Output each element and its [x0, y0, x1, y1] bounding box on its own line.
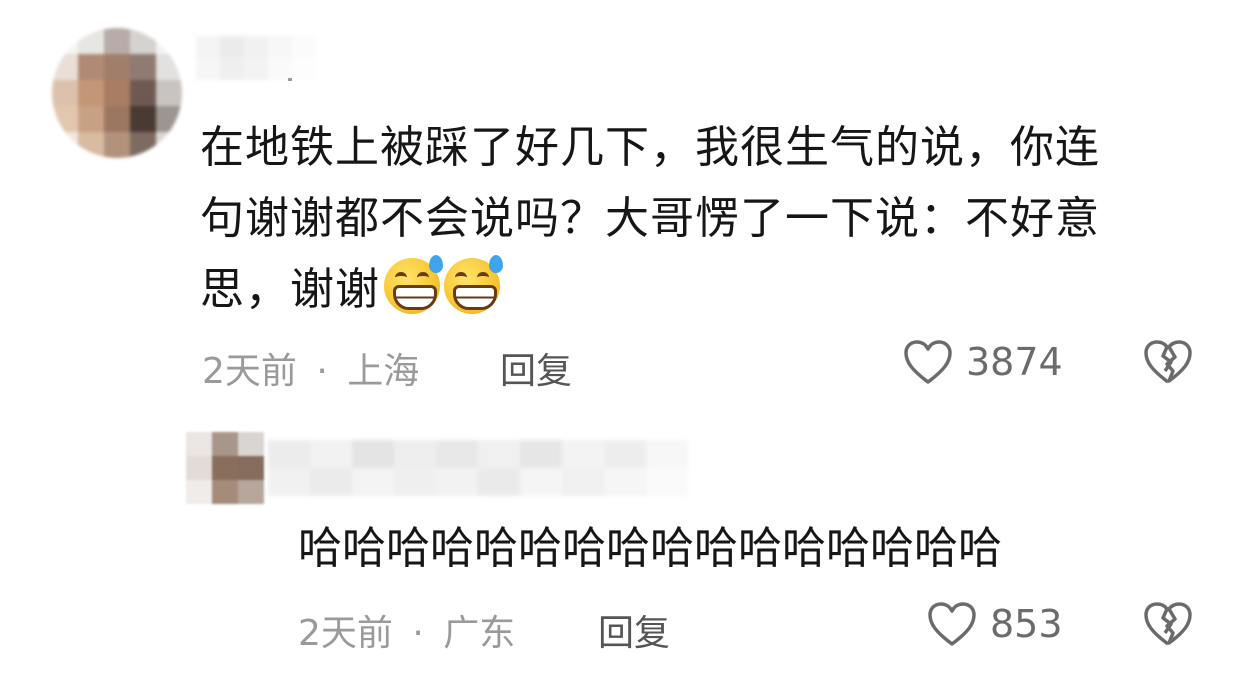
- meta-separator: ·: [412, 613, 424, 654]
- comment-meta: 2天前 · 上海: [202, 342, 419, 394]
- reply-location: 广东: [443, 613, 516, 654]
- comment-line-2: 句谢谢都不会说吗？大哥愣了一下说：不好意: [200, 193, 1100, 244]
- reply-meta: 2天前 · 广东: [298, 604, 515, 656]
- grinning-sweat-emoji-icon: [384, 255, 443, 314]
- broken-heart-icon[interactable]: [1142, 600, 1194, 648]
- reply-button[interactable]: 回复: [500, 342, 572, 394]
- heart-outline-icon[interactable]: [902, 338, 954, 386]
- heart-outline-icon[interactable]: [926, 600, 978, 648]
- reply-username[interactable]: [268, 440, 688, 496]
- username[interactable]: [196, 36, 316, 80]
- reply-avatar[interactable]: [186, 432, 264, 504]
- grinning-sweat-emoji-icon: [444, 255, 503, 314]
- like-count: 3874: [966, 340, 1063, 384]
- comment-line-1: 在地铁上被踩了好几下，我很生气的说，你连: [200, 122, 1100, 173]
- username-dot: [288, 78, 292, 81]
- reply-reply-button[interactable]: 回复: [598, 604, 670, 656]
- comment-location: 上海: [347, 351, 420, 392]
- broken-heart-icon[interactable]: [1142, 338, 1194, 386]
- comment-text: 在地铁上被踩了好几下，我很生气的说，你连 句谢谢都不会说吗？大哥愣了一下说：不好意…: [200, 112, 1210, 325]
- meta-separator: ·: [316, 351, 328, 392]
- reply-like-count: 853: [990, 602, 1063, 646]
- comment-line-3: 思，谢谢: [200, 264, 380, 315]
- reply-text: 哈哈哈哈哈哈哈哈哈哈哈哈哈哈哈哈: [298, 523, 1002, 574]
- reply-time: 2天前: [298, 613, 393, 654]
- comment-time: 2天前: [202, 351, 297, 392]
- avatar[interactable]: [52, 28, 182, 158]
